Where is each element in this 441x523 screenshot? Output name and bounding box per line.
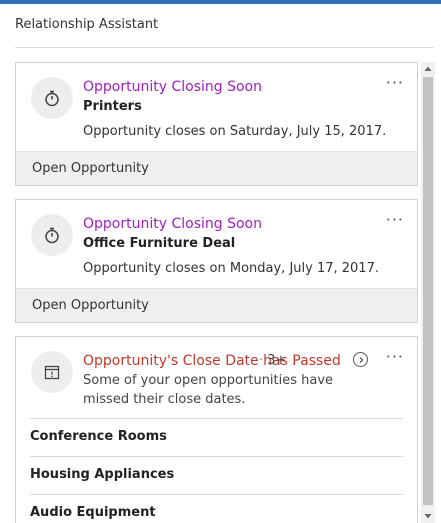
- card-description: Some of your open opportunities have mis…: [83, 373, 334, 407]
- card-description: Opportunity closes on Monday, July 17, 2…: [83, 261, 379, 276]
- card-description: Opportunity closes on Saturday, July 15,…: [83, 124, 387, 139]
- chevron-right-icon[interactable]: [353, 352, 368, 367]
- scroll-up-arrow-icon[interactable]: [421, 62, 435, 76]
- close-date-passed-card: Opportunity's Close Date has Passed · 3+ …: [15, 336, 418, 523]
- panel-title: Relationship Assistant: [15, 17, 159, 32]
- scrollbar-thumb[interactable]: [423, 77, 433, 505]
- open-opportunity-button[interactable]: Open Opportunity: [16, 288, 417, 322]
- missed-opportunity-list: Conference Rooms Housing Appliances Audi…: [30, 418, 403, 523]
- header-divider: [15, 47, 434, 48]
- card-title: Opportunity Closing Soon: [83, 79, 262, 95]
- more-options-button[interactable]: ···: [386, 73, 404, 92]
- more-options-button[interactable]: ···: [386, 210, 404, 229]
- list-item[interactable]: Housing Appliances: [30, 456, 403, 494]
- stopwatch-icon: [31, 214, 73, 256]
- open-opportunity-button[interactable]: Open Opportunity: [16, 151, 417, 185]
- opportunity-card-printers: Opportunity Closing Soon Printers Opport…: [15, 62, 418, 186]
- stopwatch-icon: [31, 77, 73, 119]
- calendar-alert-icon: [31, 351, 73, 393]
- card-title: Opportunity's Close Date has Passed: [83, 353, 341, 369]
- opportunity-card-office-furniture: Opportunity Closing Soon Office Furnitur…: [15, 199, 418, 323]
- card-subtitle: Office Furniture Deal: [83, 236, 236, 251]
- scroll-down-arrow-icon[interactable]: [421, 509, 435, 523]
- item-count: · 3+: [259, 353, 286, 368]
- list-item[interactable]: Conference Rooms: [30, 418, 403, 456]
- title-separator: ·: [259, 353, 264, 368]
- card-subtitle: Printers: [83, 99, 142, 114]
- vertical-scrollbar[interactable]: [421, 62, 435, 523]
- list-item[interactable]: Audio Equipment: [30, 494, 403, 523]
- panel-header: Relationship Assistant: [0, 4, 441, 48]
- more-options-button[interactable]: ···: [386, 347, 404, 366]
- card-title: Opportunity Closing Soon: [83, 216, 262, 232]
- item-count-value: 3+: [267, 353, 287, 368]
